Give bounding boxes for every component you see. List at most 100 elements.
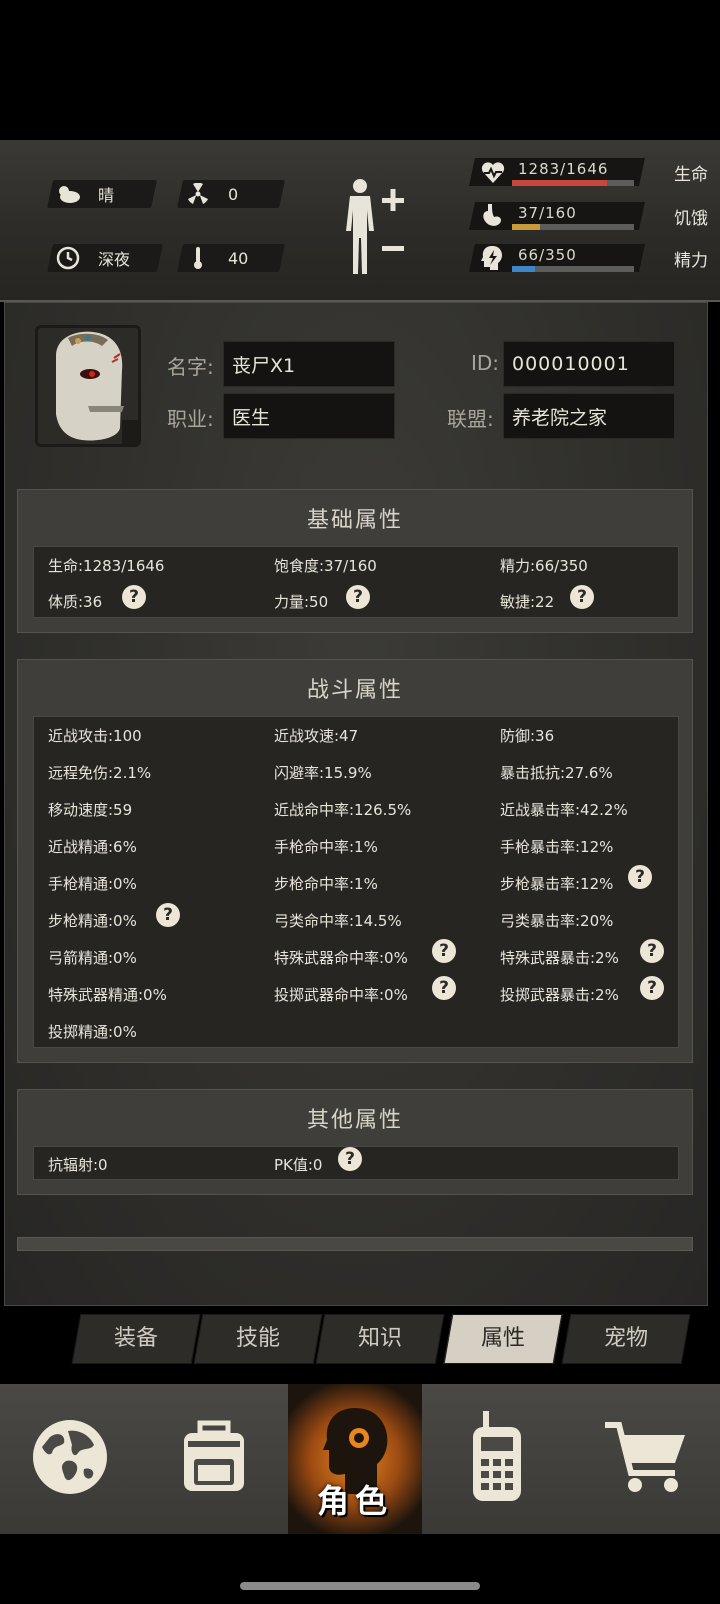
thermometer-icon bbox=[184, 244, 212, 272]
id-field: 000010001 bbox=[503, 341, 675, 387]
radiation-value: 0 bbox=[228, 184, 239, 204]
help-icon[interactable]: ? bbox=[432, 976, 456, 1000]
attr-cell: 移动速度:59 bbox=[48, 801, 133, 819]
home-indicator[interactable] bbox=[240, 1582, 480, 1590]
nav-shop[interactable] bbox=[572, 1384, 720, 1534]
nav-character-label: 角色 bbox=[316, 1482, 393, 1520]
attr-cell: 手枪暴击率:12% bbox=[500, 838, 614, 856]
basic-attributes-title: 基础属性 bbox=[306, 508, 403, 533]
alliance-label: 联盟: bbox=[447, 407, 494, 431]
status-bar-area bbox=[0, 0, 720, 140]
attr-cell: 特殊武器命中率:0% bbox=[274, 949, 408, 967]
character-panel: 名字: 丧尸X1 ID: 000010001 职业: 医生 联盟: 养老院之家 … bbox=[4, 302, 708, 1306]
tab-pets[interactable]: 宠物 bbox=[561, 1314, 691, 1364]
time-of-day-text: 深夜 bbox=[98, 250, 131, 269]
clock-icon bbox=[54, 244, 82, 272]
body-figure-icon[interactable] bbox=[340, 176, 410, 276]
attr-energy: 精力:66/350 bbox=[500, 557, 588, 575]
attr-radiation-resist: 抗辐射:0 bbox=[48, 1156, 108, 1174]
hunger-value: 37/160 bbox=[518, 204, 577, 222]
attr-constitution: 体质:36 bbox=[48, 593, 103, 611]
help-icon[interactable]: ? bbox=[122, 585, 146, 609]
attr-cell: 步枪命中率:1% bbox=[274, 875, 378, 893]
combat-attributes-list: 近战攻击:100 近战攻速:47 防御:36 远程免伤:2.1% 闪避率:15.… bbox=[33, 716, 679, 1048]
hunger-label: 饥饿 bbox=[674, 209, 708, 229]
attr-satiety: 饱食度:37/160 bbox=[274, 557, 377, 575]
nav-backpack[interactable] bbox=[140, 1384, 288, 1534]
attr-strength: 力量:50 bbox=[274, 593, 329, 611]
combat-attributes-title: 战斗属性 bbox=[306, 678, 403, 703]
other-attributes-title: 其他属性 bbox=[306, 1108, 403, 1133]
tab-equipment[interactable]: 装备 bbox=[71, 1314, 201, 1364]
radio-icon bbox=[465, 1409, 529, 1509]
other-attributes-section: 其他属性 抗辐射:0 PK值:0 ? bbox=[17, 1089, 693, 1195]
basic-attributes-section: 基础属性 生命:1283/1646 饱食度:37/160 精力:66/350 体… bbox=[17, 489, 693, 633]
name-field: 丧尸X1 bbox=[223, 341, 395, 387]
status-header: 晴 0 深夜 40 1283/1646 生命 37/160 饥饿 66/350 … bbox=[0, 140, 720, 302]
tab-knowledge[interactable]: 知识 bbox=[315, 1314, 445, 1364]
combat-attributes-section: 战斗属性 近战攻击:100 近战攻速:47 防御:36 远程免伤:2.1% 闪避… bbox=[17, 659, 693, 1063]
nav-world[interactable] bbox=[0, 1384, 140, 1534]
attr-cell: 投掷精通:0% bbox=[48, 1023, 137, 1041]
help-icon[interactable]: ? bbox=[640, 939, 664, 963]
attr-pk-value: PK值:0 bbox=[274, 1156, 323, 1174]
tab-attributes[interactable]: 属性 bbox=[443, 1314, 563, 1364]
attr-cell: 特殊武器暴击:2% bbox=[500, 949, 619, 967]
alliance-field: 养老院之家 bbox=[503, 393, 675, 439]
stomach-icon bbox=[480, 203, 506, 229]
radiation-icon bbox=[184, 180, 212, 208]
attr-cell: 近战精通:6% bbox=[48, 838, 137, 856]
energy-value: 66/350 bbox=[518, 246, 577, 264]
attr-cell: 特殊武器精通:0% bbox=[48, 986, 167, 1004]
attr-cell: 闪避率:15.9% bbox=[274, 764, 372, 782]
attr-cell: 步枪暴击率:12% bbox=[500, 875, 614, 893]
attr-cell: 步枪精通:0% bbox=[48, 912, 137, 930]
attr-cell: 弓类暴击率:20% bbox=[500, 912, 614, 930]
nav-character[interactable]: 角色 bbox=[288, 1384, 422, 1534]
section-divider bbox=[17, 1237, 693, 1251]
temperature-value: 40 bbox=[228, 248, 249, 268]
attr-cell: 近战暴击率:42.2% bbox=[500, 801, 628, 819]
basic-attributes-list: 生命:1283/1646 饱食度:37/160 精力:66/350 体质:36 … bbox=[33, 546, 679, 618]
temperature-chip: 40 bbox=[177, 244, 285, 272]
job-field: 医生 bbox=[223, 393, 395, 439]
attr-cell: 手枪精通:0% bbox=[48, 875, 137, 893]
tab-skills[interactable]: 技能 bbox=[193, 1314, 323, 1364]
help-icon[interactable]: ? bbox=[570, 585, 594, 609]
health-meter: 1283/1646 生命 bbox=[469, 156, 708, 186]
attr-cell: 投掷武器暴击:2% bbox=[500, 986, 619, 1004]
other-attributes-list: 抗辐射:0 PK值:0 ? bbox=[33, 1146, 679, 1180]
energy-meter: 66/350 精力 bbox=[469, 242, 708, 272]
attr-cell: 远程免伤:2.1% bbox=[48, 764, 152, 782]
help-icon[interactable]: ? bbox=[432, 939, 456, 963]
help-icon[interactable]: ? bbox=[338, 1147, 362, 1171]
bottom-nav: 角色 bbox=[0, 1384, 720, 1534]
help-icon[interactable]: ? bbox=[346, 585, 370, 609]
nav-radio[interactable] bbox=[422, 1384, 572, 1534]
weather-chip: 晴 bbox=[47, 180, 157, 208]
energy-label: 精力 bbox=[674, 251, 708, 271]
help-icon[interactable]: ? bbox=[640, 976, 664, 1000]
weather-text: 晴 bbox=[98, 186, 115, 205]
attr-cell: 防御:36 bbox=[500, 727, 555, 745]
name-label: 名字: bbox=[167, 355, 214, 379]
health-label: 生命 bbox=[674, 165, 708, 185]
heart-pulse-icon bbox=[480, 159, 506, 185]
job-label: 职业: bbox=[167, 407, 214, 431]
radiation-chip: 0 bbox=[177, 180, 285, 208]
world-icon bbox=[30, 1417, 110, 1501]
help-icon[interactable]: ? bbox=[156, 903, 180, 927]
id-label: ID: bbox=[471, 351, 500, 375]
attr-cell: 近战命中率:126.5% bbox=[274, 801, 412, 819]
help-icon[interactable]: ? bbox=[628, 865, 652, 889]
health-value: 1283/1646 bbox=[518, 160, 609, 178]
attr-agility: 敏捷:22 bbox=[500, 593, 555, 611]
attr-cell: 近战攻击:100 bbox=[48, 727, 142, 745]
attr-cell: 手枪命中率:1% bbox=[274, 838, 378, 856]
cart-icon bbox=[601, 1417, 691, 1501]
avatar[interactable] bbox=[35, 325, 141, 447]
attr-cell: 投掷武器命中率:0% bbox=[274, 986, 408, 1004]
attr-cell: 弓箭精通:0% bbox=[48, 949, 137, 967]
head-lightning-icon bbox=[480, 245, 506, 271]
attr-cell: 弓类命中率:14.5% bbox=[274, 912, 402, 930]
